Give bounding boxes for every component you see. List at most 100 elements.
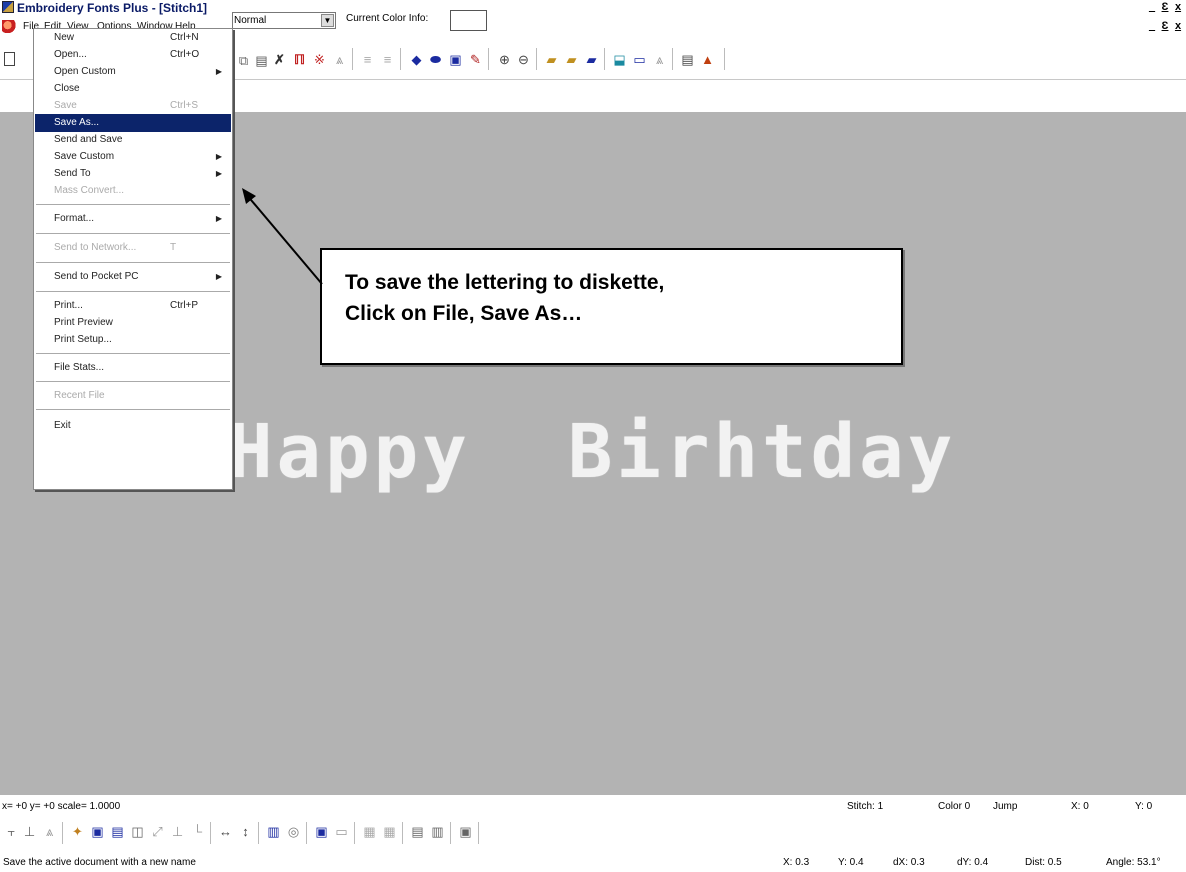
vertical-spacing-icon[interactable]: ↕ [238, 824, 253, 839]
submenu-arrow-icon: ▶ [215, 152, 222, 161]
status-angle: Angle: 53.1° [1106, 857, 1161, 868]
file-menu-new[interactable]: New Ctrl+N [35, 29, 231, 47]
table-icon[interactable]: ▤ [110, 824, 125, 839]
baseline-icon[interactable]: ⊥ [170, 824, 185, 839]
file-menu-print-preview[interactable]: Print Preview [35, 314, 231, 332]
file-menu-save: Save Ctrl+S [54, 100, 199, 111]
disk-icon[interactable]: ▰ [584, 52, 599, 67]
callout-arrow-icon [242, 188, 323, 285]
zoom-in-icon[interactable]: ⊕ [497, 52, 512, 67]
lock-icon[interactable]: ▣ [458, 824, 473, 839]
doc-restore-button[interactable]: Ɛ [1159, 21, 1171, 33]
zoom-out-icon[interactable]: ⊖ [516, 52, 531, 67]
file-menu-recent-file: Recent File [54, 390, 105, 401]
toolbar-separator [450, 822, 451, 844]
file-menu-format[interactable]: Format... ▶ [35, 210, 231, 228]
align-top-icon[interactable]: ⫟ [4, 824, 19, 839]
minimize-button[interactable]: _ [1146, 2, 1158, 14]
toolbar-separator [210, 822, 211, 844]
menu-separator [36, 262, 230, 263]
doc-close-button[interactable]: x [1172, 21, 1184, 33]
diamond-icon[interactable]: ◆ [409, 52, 424, 67]
file-menu-close[interactable]: Close [35, 80, 231, 98]
document-icon[interactable] [2, 20, 16, 33]
horizontal-spacing-icon[interactable]: ↔ [218, 824, 233, 839]
file-menu-send-and-save[interactable]: Send and Save [35, 131, 231, 149]
file-menu-file-stats[interactable]: File Stats... [35, 359, 231, 377]
view-mode-select[interactable]: Normal ▼ [232, 12, 336, 29]
image-icon[interactable]: ▣ [90, 824, 105, 839]
file-menu-save-custom[interactable]: Save Custom ▶ [35, 148, 231, 166]
status-dy: dY: 0.4 [957, 857, 989, 868]
box-icon[interactable]: ▭ [334, 824, 349, 839]
bottom-toolbar: ⫟ ⊥ ⩓ ✦ ▣ ▤ ◫ ⤢ ⊥ └ ↔ ↕ ▥ ◎ ▣ ▭ ▦ ▦ ▤ ▥ … [0, 816, 1186, 849]
cut-icon[interactable]: ✗ [272, 52, 287, 67]
paste-icon[interactable]: ▤ [254, 53, 269, 68]
status-message: Save the active document with a new name [3, 857, 196, 868]
new-document-icon[interactable] [4, 52, 15, 66]
thread-icon[interactable]: ✎ [468, 52, 483, 67]
globe-icon[interactable]: ◎ [286, 824, 301, 839]
ellipse-icon[interactable]: ⬬ [428, 52, 443, 67]
align-right-icon[interactable]: ≡ [380, 52, 395, 67]
chevron-down-icon[interactable]: ▼ [321, 14, 334, 27]
menu-separator [36, 409, 230, 410]
toolbar-separator [536, 48, 537, 70]
folder-save-icon[interactable]: ▰ [564, 52, 579, 67]
toolbar-separator [672, 48, 673, 70]
copy-icon[interactable]: ⧉ [236, 53, 251, 68]
menu-separator [36, 233, 230, 234]
hoop-icon[interactable]: ⬓ [612, 52, 627, 67]
frame-icon[interactable]: ▣ [448, 52, 463, 67]
toolbar-separator [352, 48, 353, 70]
window-icon[interactable]: ▭ [632, 52, 647, 67]
fill-icon[interactable]: ▦ [382, 824, 397, 839]
status-dist: Dist: 0.5 [1025, 857, 1062, 868]
app-icon [2, 1, 14, 13]
satin-red-icon[interactable]: ※ [312, 52, 327, 67]
close-button[interactable]: x [1172, 2, 1184, 14]
resize-icon[interactable]: ⤢ [150, 824, 165, 839]
open-folder-icon[interactable]: ▰ [544, 52, 559, 67]
file-menu-open[interactable]: Open... Ctrl+O [35, 46, 231, 64]
doc-minimize-button[interactable]: _ [1146, 21, 1158, 33]
toolbar-separator [604, 48, 605, 70]
properties-icon[interactable]: ▤ [680, 52, 695, 67]
panel-icon[interactable]: ▣ [314, 824, 329, 839]
pattern-icon[interactable]: ▦ [362, 824, 377, 839]
file-menu-open-custom[interactable]: Open Custom ▶ [35, 63, 231, 81]
current-color-swatch[interactable] [450, 10, 487, 31]
toolbar-separator [62, 822, 63, 844]
file-menu-print-setup[interactable]: Print Setup... [35, 331, 231, 349]
file-menu-save-as[interactable]: Save As... [35, 114, 231, 132]
stitch-red-icon[interactable]: ℿ [292, 52, 307, 67]
toolbar-separator [402, 822, 403, 844]
status-y: Y: 0.4 [838, 857, 864, 868]
file-menu-send-to[interactable]: Send To ▶ [35, 165, 231, 183]
film-icon[interactable]: ▥ [266, 824, 281, 839]
file-menu-dropdown: New Ctrl+N Open... Ctrl+O Open Custom ▶ Clo… [33, 28, 233, 490]
align-bottom-icon[interactable]: ⊥ [22, 824, 37, 839]
stitch-x: X: 0 [1071, 801, 1089, 812]
file-menu-exit[interactable]: Exit [35, 417, 231, 435]
menu-separator [36, 204, 230, 205]
satin-grey-icon[interactable]: ⩓ [332, 52, 347, 67]
cursor-coords: x= +0 y= +0 scale= 1.0000 [2, 801, 121, 812]
distribute-icon[interactable]: ⩓ [42, 824, 57, 839]
window-controls: _ Ɛ x [1146, 2, 1184, 14]
layout-icon[interactable]: ◫ [130, 824, 145, 839]
align-left-icon[interactable]: ≡ [360, 52, 375, 67]
stamp-icon[interactable]: ▤ [410, 824, 425, 839]
file-menu-mass-convert: Mass Convert... [54, 185, 125, 196]
wand-icon[interactable]: ✦ [70, 824, 85, 839]
grid-icon[interactable]: ⩓ [652, 52, 667, 67]
maximize-button[interactable]: Ɛ [1159, 2, 1171, 14]
clipboard-icon[interactable]: ▥ [430, 824, 445, 839]
machine-icon[interactable]: ▲ [700, 52, 715, 67]
embroidery-lettering[interactable]: Happy Birhtday [228, 409, 956, 495]
file-menu-send-to-pocket-pc[interactable]: Send to Pocket PC ▶ [35, 268, 231, 286]
file-menu-print[interactable]: Print... Ctrl+P [35, 297, 231, 315]
corner-icon[interactable]: └ [190, 824, 205, 839]
window-title: Embroidery Fonts Plus - [Stitch1] [17, 1, 208, 15]
callout-line-2: Click on File, Save As… [345, 302, 583, 325]
